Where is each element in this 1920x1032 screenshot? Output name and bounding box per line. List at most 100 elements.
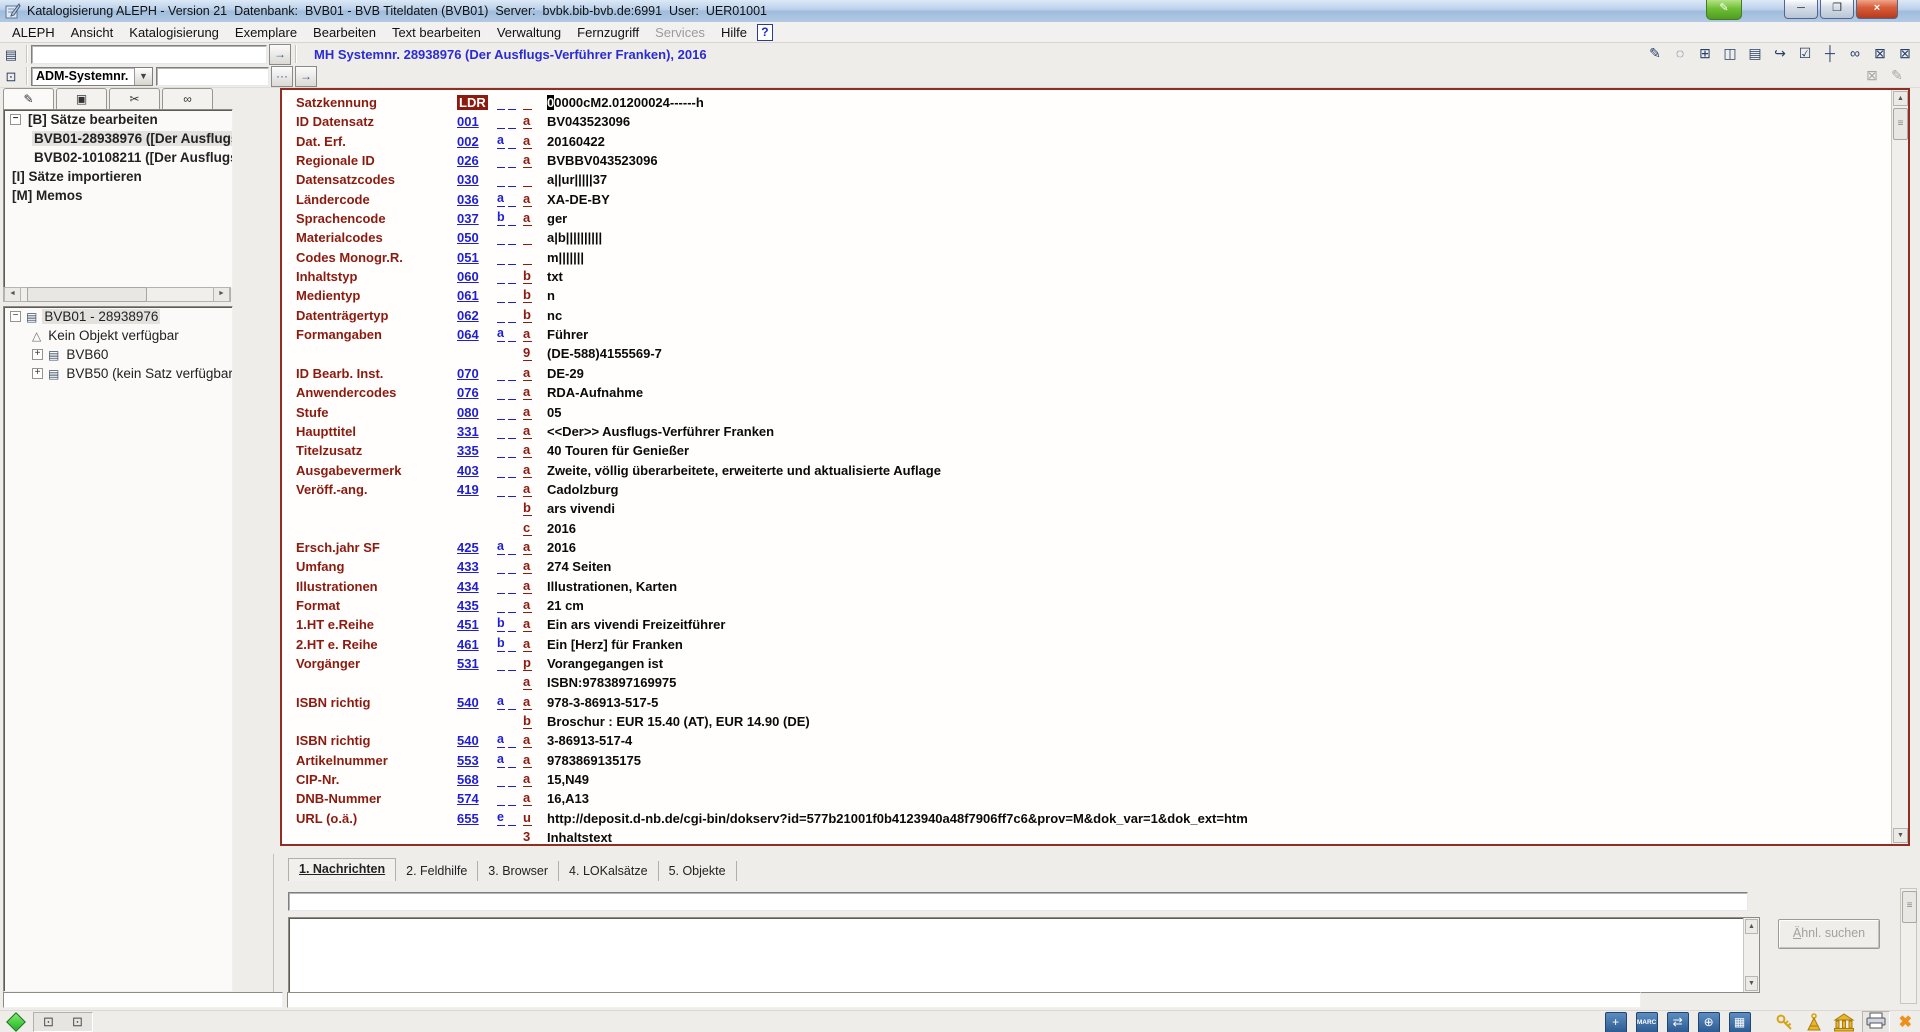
field-value[interactable]: a||ur|||||37 [547,172,607,187]
tree-item-b-s-tze-bearbeiten[interactable]: −[B] Sätze bearbeiten [4,110,232,129]
subfield-code[interactable]: a [523,598,532,613]
field-value[interactable]: RDA-Aufnahme [547,385,643,400]
field-value[interactable]: BVBBV043523096 [547,153,658,168]
field-tag[interactable]: 051 [457,250,479,265]
field-value[interactable]: http://deposit.d-nb.de/cgi-bin/dokserv?i… [547,811,1248,826]
subfield-code[interactable]: a [523,482,532,497]
hscroll-thumb[interactable] [27,287,147,302]
subfield-code[interactable]: a [523,695,532,710]
indicator-slot[interactable] [497,791,505,806]
open-book-icon[interactable]: ◫ [1721,45,1739,62]
indicator-slot[interactable] [497,559,505,574]
indicator-slot[interactable] [508,733,516,748]
subfield-code[interactable]: a [523,443,532,458]
tree-item-label[interactable]: BVB01 - 28938976 [42,309,160,324]
menu-katalogisierung[interactable]: Katalogisierung [121,23,227,42]
field-value[interactable]: m||||||| [547,250,584,265]
expand-icon[interactable]: + [32,368,43,379]
subfield-code[interactable]: b [523,269,532,284]
field-value[interactable]: 9783869135175 [547,753,641,768]
pane-vscrollbar[interactable]: ≡ [1900,888,1917,1004]
field-tag[interactable]: 050 [457,230,479,245]
field-tag[interactable]: 076 [457,385,479,400]
indicator-slot[interactable] [508,230,516,245]
indicator-slot[interactable] [508,114,516,129]
subfield-code[interactable]: a [523,637,532,652]
close-all-icon[interactable]: ⊠ [1896,45,1914,62]
field-tag[interactable]: 335 [457,443,479,458]
messages-input[interactable] [288,892,1748,911]
adm-browse-button[interactable]: ··· [271,66,293,87]
scroll-left-icon[interactable]: ◄ [4,287,21,302]
adm-type-dropdown[interactable]: ADM-Systemnr. ▼ [31,67,153,86]
field-tag[interactable]: 070 [457,366,479,381]
field-value[interactable]: n [547,288,555,303]
indicator-slot[interactable] [508,617,516,632]
indicator-slot[interactable] [497,95,505,110]
indicator-slot[interactable] [497,405,505,420]
field-value[interactable]: 20160422 [547,134,605,149]
full-view-icon[interactable]: ▤ [1746,45,1764,62]
field-value[interactable]: 05 [547,405,561,420]
field-value[interactable]: Illustrationen, Karten [547,579,677,594]
field-tag[interactable]: 061 [457,288,479,303]
indicator-slot[interactable] [508,424,516,439]
field-value[interactable]: Cadolzburg [547,482,619,497]
indicator-slot[interactable] [497,172,505,187]
record-search-input[interactable] [31,45,267,64]
indicator-slot[interactable] [508,134,516,149]
field-tag[interactable]: 060 [457,269,479,284]
collapse-icon[interactable]: − [10,114,21,125]
field-tag[interactable]: 531 [457,656,479,671]
print-icon[interactable] [1862,1011,1890,1032]
field-tag[interactable]: 655 [457,811,479,826]
tree-item-label[interactable]: [I] Sätze importieren [10,169,144,184]
field-tag[interactable]: 002 [457,134,479,149]
subfield-code[interactable]: b [523,501,532,516]
field-tag[interactable]: 568 [457,772,479,787]
subfield-code[interactable]: a [523,153,532,168]
field-tag[interactable]: 001 [457,114,479,129]
indicator-slot[interactable] [508,211,516,226]
close-session-icon[interactable]: ✖ [1899,1013,1912,1032]
field-value[interactable]: ars vivendi [547,501,615,516]
indicator-slot[interactable] [497,482,505,497]
subfield-code[interactable]: a [523,114,532,129]
field-value[interactable]: 274 Seiten [547,559,611,574]
scroll-right-icon[interactable]: ► [213,287,230,302]
tree-item-label[interactable]: BVB01-28938976 ([Der Ausflugs-Ve [32,131,232,146]
field-value[interactable]: 3-86913-517-4 [547,733,632,748]
field-value[interactable]: DE-29 [547,366,584,381]
indicator-slot[interactable]: b [497,617,505,632]
minimize-button[interactable]: ─ [1784,0,1818,19]
indicator-slot[interactable] [508,443,516,458]
menu-ansicht[interactable]: Ansicht [63,23,122,42]
scroll-down-icon[interactable]: ▼ [1745,976,1758,991]
messages-vscrollbar[interactable]: ▲ ▼ [1743,918,1759,992]
help-icon[interactable]: ? [757,24,773,41]
search-tab[interactable]: ∞ [162,88,213,110]
field-tag[interactable]: 435 [457,598,479,613]
indicator-slot[interactable]: a [497,134,505,149]
subfield-code[interactable]: a [523,753,532,768]
subfield-code[interactable]: a [523,772,532,787]
field-tag[interactable]: 451 [457,617,479,632]
marc-view-icon[interactable]: MARC [1636,1012,1658,1032]
indicator-slot[interactable] [508,598,516,613]
subfield-code[interactable]: a [523,211,532,226]
indicator-slot[interactable] [508,540,516,555]
quick-launch-button[interactable]: ✎ [1706,0,1742,20]
tab-3-browser[interactable]: 3. Browser [478,861,559,881]
check-record-icon[interactable]: ☑ [1796,45,1814,62]
similar-search-button[interactable]: Ähnl. suchen [1778,919,1880,949]
indicator-slot[interactable]: a [497,695,505,710]
indicator-slot[interactable] [508,791,516,806]
menu-aleph[interactable]: ALEPH [4,23,63,42]
records-tree-hscrollbar[interactable]: ◄ ► [3,287,231,302]
field-tag[interactable]: 419 [457,482,479,497]
indicator-slot[interactable] [508,753,516,768]
vscroll-thumb[interactable]: ≡ [1893,108,1908,140]
field-tag[interactable]: 062 [457,308,479,323]
tree-item-bvb01-28938976-der-ausflugs-ve[interactable]: BVB01-28938976 ([Der Ausflugs-Ve [4,129,232,148]
indicator-slot[interactable] [497,366,505,381]
